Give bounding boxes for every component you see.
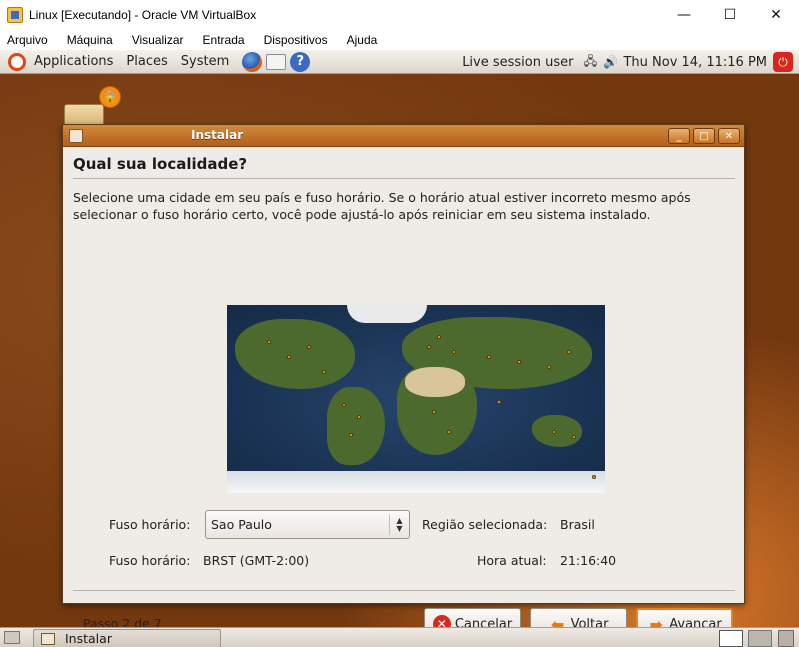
- panel-clock[interactable]: Thu Nov 14, 11:16 PM: [623, 55, 767, 70]
- show-desktop-icon[interactable]: [4, 631, 20, 644]
- map-city-marker[interactable]: [357, 415, 361, 419]
- host-menu-arquivo[interactable]: Arquivo: [7, 33, 48, 47]
- ubuntu-logo-icon[interactable]: [8, 52, 26, 71]
- timezone-offset-value: BRST (GMT-2:00): [203, 553, 310, 568]
- workspace-2[interactable]: [748, 630, 772, 647]
- host-window-controls: — ☐ ✕: [661, 0, 799, 29]
- back-button-label: Voltar: [570, 616, 609, 628]
- map-sahara: [405, 367, 465, 397]
- power-icon[interactable]: ⏻: [773, 52, 793, 72]
- host-menu-entrada[interactable]: Entrada: [203, 33, 245, 47]
- forward-button[interactable]: ➡ Avançar: [636, 608, 733, 627]
- region-label: Região selecionada:: [422, 517, 548, 532]
- cancel-icon: ✕: [432, 615, 451, 627]
- back-button[interactable]: ⬅ Voltar: [530, 608, 627, 627]
- step-indicator: Passo 2 de 7: [83, 616, 162, 627]
- page-title: Qual sua localidade?: [73, 155, 248, 173]
- map-city-marker[interactable]: [517, 360, 521, 364]
- map-city-marker[interactable]: [432, 410, 436, 414]
- host-close-button[interactable]: ✕: [753, 0, 799, 29]
- map-city-marker[interactable]: [452, 350, 456, 354]
- host-menu-maquina[interactable]: Máquina: [67, 33, 113, 47]
- arrow-right-icon: ➡: [649, 614, 663, 628]
- current-time-label: Hora atual:: [477, 553, 547, 568]
- installer-app-icon: [69, 128, 83, 143]
- host-titlebar: Linux [Executando] - Oracle VM VirtualBo…: [0, 0, 799, 29]
- map-greenland-ice: [347, 305, 427, 323]
- select-arrows-icon: ▲ ▼: [389, 514, 409, 535]
- host-menu-dispositivos[interactable]: Dispositivos: [264, 33, 328, 47]
- map-city-marker[interactable]: [552, 430, 556, 434]
- dialog-title: Instalar: [191, 128, 244, 142]
- map-city-marker[interactable]: [437, 335, 441, 339]
- taskbar-item-instalar[interactable]: Instalar: [33, 629, 221, 647]
- map-city-marker[interactable]: [487, 355, 491, 359]
- cancel-button[interactable]: ✕ Cancelar: [424, 608, 521, 627]
- host-menu-ajuda[interactable]: Ajuda: [347, 33, 378, 47]
- map-city-marker[interactable]: [322, 370, 326, 374]
- dialog-titlebar[interactable]: Instalar _ □ ✕: [63, 125, 744, 147]
- map-city-marker[interactable]: [592, 475, 596, 479]
- map-city-marker[interactable]: [567, 350, 571, 354]
- map-city-marker[interactable]: [287, 355, 291, 359]
- installer-dialog: Instalar _ □ ✕ Qual sua localidade? Sele…: [62, 124, 745, 627]
- current-time-value: 21:16:40: [560, 553, 617, 568]
- host-menu-visualizar[interactable]: Visualizar: [132, 33, 184, 47]
- arrow-left-icon: ⬅: [550, 614, 565, 628]
- map-city-marker[interactable]: [349, 433, 353, 437]
- world-timezone-map[interactable]: [227, 305, 605, 493]
- dialog-close-button[interactable]: ✕: [718, 128, 740, 144]
- host-maximize-button[interactable]: ☐: [707, 0, 753, 29]
- virtualbox-app-icon: [7, 6, 23, 23]
- installer-task-icon: [41, 632, 55, 645]
- map-city-marker[interactable]: [497, 400, 501, 404]
- lock-icon: 🔒: [99, 86, 121, 108]
- dialog-minimize-button[interactable]: _: [668, 128, 690, 144]
- map-antarctica: [227, 471, 605, 493]
- panel-menu-places[interactable]: Places: [126, 54, 167, 69]
- session-user-label[interactable]: Live session user: [462, 55, 573, 70]
- help-icon[interactable]: ?: [290, 51, 311, 72]
- region-value: Brasil: [560, 517, 595, 532]
- map-city-marker[interactable]: [427, 345, 431, 349]
- dialog-maximize-button[interactable]: □: [693, 128, 715, 144]
- host-menubar: Arquivo Máquina Visualizar Entrada Dispo…: [0, 29, 799, 50]
- panel-menu-system[interactable]: System: [181, 54, 229, 69]
- map-city-marker[interactable]: [307, 345, 311, 349]
- cancel-button-label: Cancelar: [454, 616, 513, 628]
- timezone-label: Fuso horário:: [109, 517, 191, 532]
- mail-icon[interactable]: [266, 53, 287, 70]
- footer-divider: [73, 590, 735, 591]
- map-city-marker[interactable]: [342, 403, 346, 407]
- workspace-1[interactable]: [719, 630, 743, 647]
- taskbar-item-label: Instalar: [65, 631, 112, 646]
- map-city-marker[interactable]: [572, 435, 576, 439]
- timezone-select[interactable]: Sao Paulo ▲ ▼: [205, 510, 410, 539]
- volume-icon[interactable]: 🔊: [603, 55, 618, 69]
- panel-menu-applications[interactable]: Applications: [34, 54, 113, 69]
- network-icon[interactable]: 🖧: [583, 54, 597, 69]
- forward-button-label: Avançar: [669, 616, 722, 628]
- guest-taskbar: Instalar: [0, 627, 799, 647]
- host-minimize-button[interactable]: —: [661, 0, 707, 29]
- heading-divider: [73, 178, 735, 179]
- timezone-offset-label: Fuso horário:: [109, 553, 191, 568]
- timezone-select-value: Sao Paulo: [211, 517, 272, 532]
- map-city-marker[interactable]: [447, 430, 451, 434]
- host-window-title: Linux [Executando] - Oracle VM VirtualBo…: [29, 7, 257, 22]
- trash-icon[interactable]: [778, 630, 794, 647]
- dialog-window-controls: _ □ ✕: [665, 128, 740, 144]
- map-city-marker[interactable]: [547, 365, 551, 369]
- map-city-marker[interactable]: [267, 340, 271, 344]
- guest-desktop: Applications Places System ? Live sessio…: [0, 50, 799, 627]
- panel-right-area: Live session user 🖧 🔊 Thu Nov 14, 11:16 …: [462, 50, 799, 74]
- firefox-icon[interactable]: [242, 51, 263, 72]
- guest-top-panel: Applications Places System ? Live sessio…: [0, 50, 799, 74]
- page-description: Selecione uma cidade em seu país e fuso …: [73, 190, 691, 222]
